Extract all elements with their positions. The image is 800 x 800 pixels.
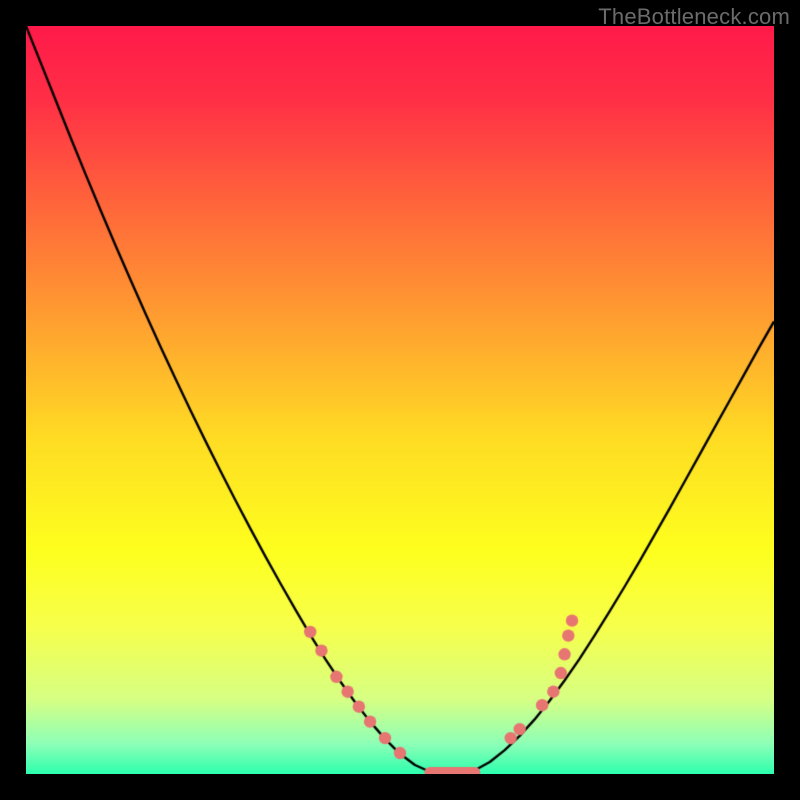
chart-stage: TheBottleneck.com [0,0,800,800]
bottleneck-curve-chart [26,26,774,774]
